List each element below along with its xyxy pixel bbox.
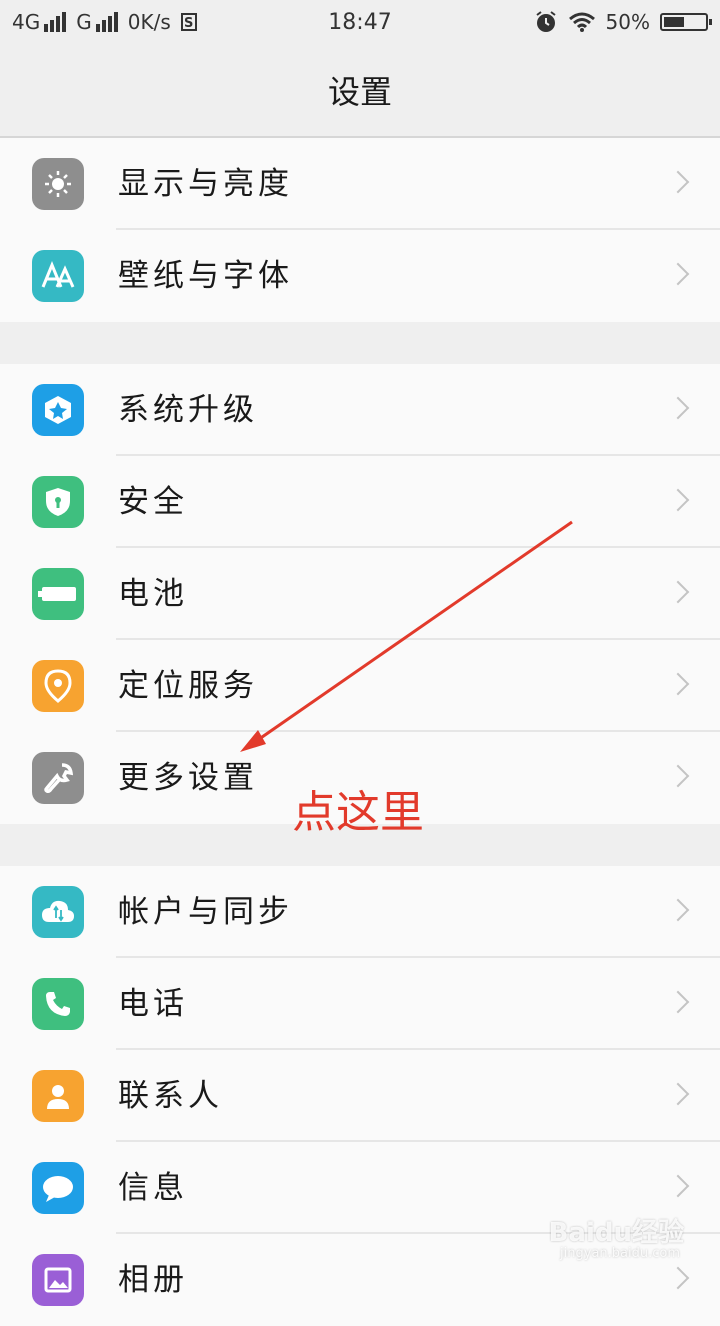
settings-item-battery[interactable]: 电池 [0, 548, 720, 640]
chevron-right-icon [666, 1174, 690, 1198]
chevron-right-icon [666, 170, 690, 194]
contact-icon [32, 1070, 84, 1122]
chevron-right-icon [666, 488, 690, 512]
alarm-icon [535, 11, 556, 32]
phone-icon [32, 978, 84, 1030]
battery-percent: 50% [605, 10, 650, 34]
settings-item-label: 安全 [118, 484, 188, 520]
settings-group: 显示与亮度壁纸与字体 [0, 138, 720, 322]
settings-item-label: 帐户与同步 [118, 894, 293, 930]
settings-item-location[interactable]: 定位服务 [0, 640, 720, 732]
chevron-right-icon [666, 764, 690, 788]
chevron-right-icon [666, 898, 690, 922]
settings-item-label: 更多设置 [118, 760, 258, 796]
settings-item-phone[interactable]: 电话 [0, 958, 720, 1050]
settings-item-label: 电池 [118, 576, 188, 612]
annotation-text: 点这里 [292, 787, 424, 838]
settings-item-label: 系统升级 [118, 392, 258, 428]
chevron-right-icon [666, 262, 690, 286]
page-title: 设置 [0, 46, 720, 138]
settings-item-label: 信息 [118, 1170, 188, 1206]
wifi-icon [568, 12, 595, 32]
brightness-icon [32, 158, 84, 210]
settings-item-system-update[interactable]: 系统升级 [0, 364, 720, 456]
settings-group: 系统升级安全电池定位服务更多设置 [0, 364, 720, 824]
status-right: 50% [534, 10, 712, 34]
chevron-right-icon [666, 990, 690, 1014]
chevron-right-icon [666, 672, 690, 696]
watermark-logo: Baidu经验 [548, 1218, 684, 1248]
settings-item-label: 相册 [118, 1262, 188, 1298]
system-update-icon [32, 384, 84, 436]
album-icon [32, 1254, 84, 1306]
settings-list: 显示与亮度壁纸与字体系统升级安全电池定位服务更多设置帐户与同步电话联系人信息相册 [0, 138, 720, 1326]
battery-status-icon [660, 13, 712, 31]
settings-item-label: 壁纸与字体 [118, 258, 293, 294]
settings-item-font[interactable]: 壁纸与字体 [0, 230, 720, 322]
battery-icon [32, 568, 84, 620]
settings-item-cloud-sync[interactable]: 帐户与同步 [0, 866, 720, 958]
wrench-icon [32, 752, 84, 804]
settings-item-contact[interactable]: 联系人 [0, 1050, 720, 1142]
chevron-right-icon [666, 396, 690, 420]
battery-fill [664, 17, 684, 27]
cloud-sync-icon [32, 886, 84, 938]
settings-item-label: 电话 [118, 986, 188, 1022]
font-icon [32, 250, 84, 302]
message-icon [32, 1162, 84, 1214]
chevron-right-icon [666, 1266, 690, 1290]
location-icon [32, 660, 84, 712]
settings-item-label: 定位服务 [118, 668, 258, 704]
settings-item-brightness[interactable]: 显示与亮度 [0, 138, 720, 230]
chevron-right-icon [666, 1082, 690, 1106]
shield-icon [32, 476, 84, 528]
watermark-url: jingyan.baidu.com [560, 1246, 680, 1261]
group-spacer [0, 322, 720, 364]
settings-item-label: 显示与亮度 [118, 166, 293, 202]
settings-item-label: 联系人 [118, 1078, 223, 1114]
settings-item-shield[interactable]: 安全 [0, 456, 720, 548]
chevron-right-icon [666, 580, 690, 604]
status-bar: 4G G 0K/s S 18:47 50% [0, 0, 720, 46]
